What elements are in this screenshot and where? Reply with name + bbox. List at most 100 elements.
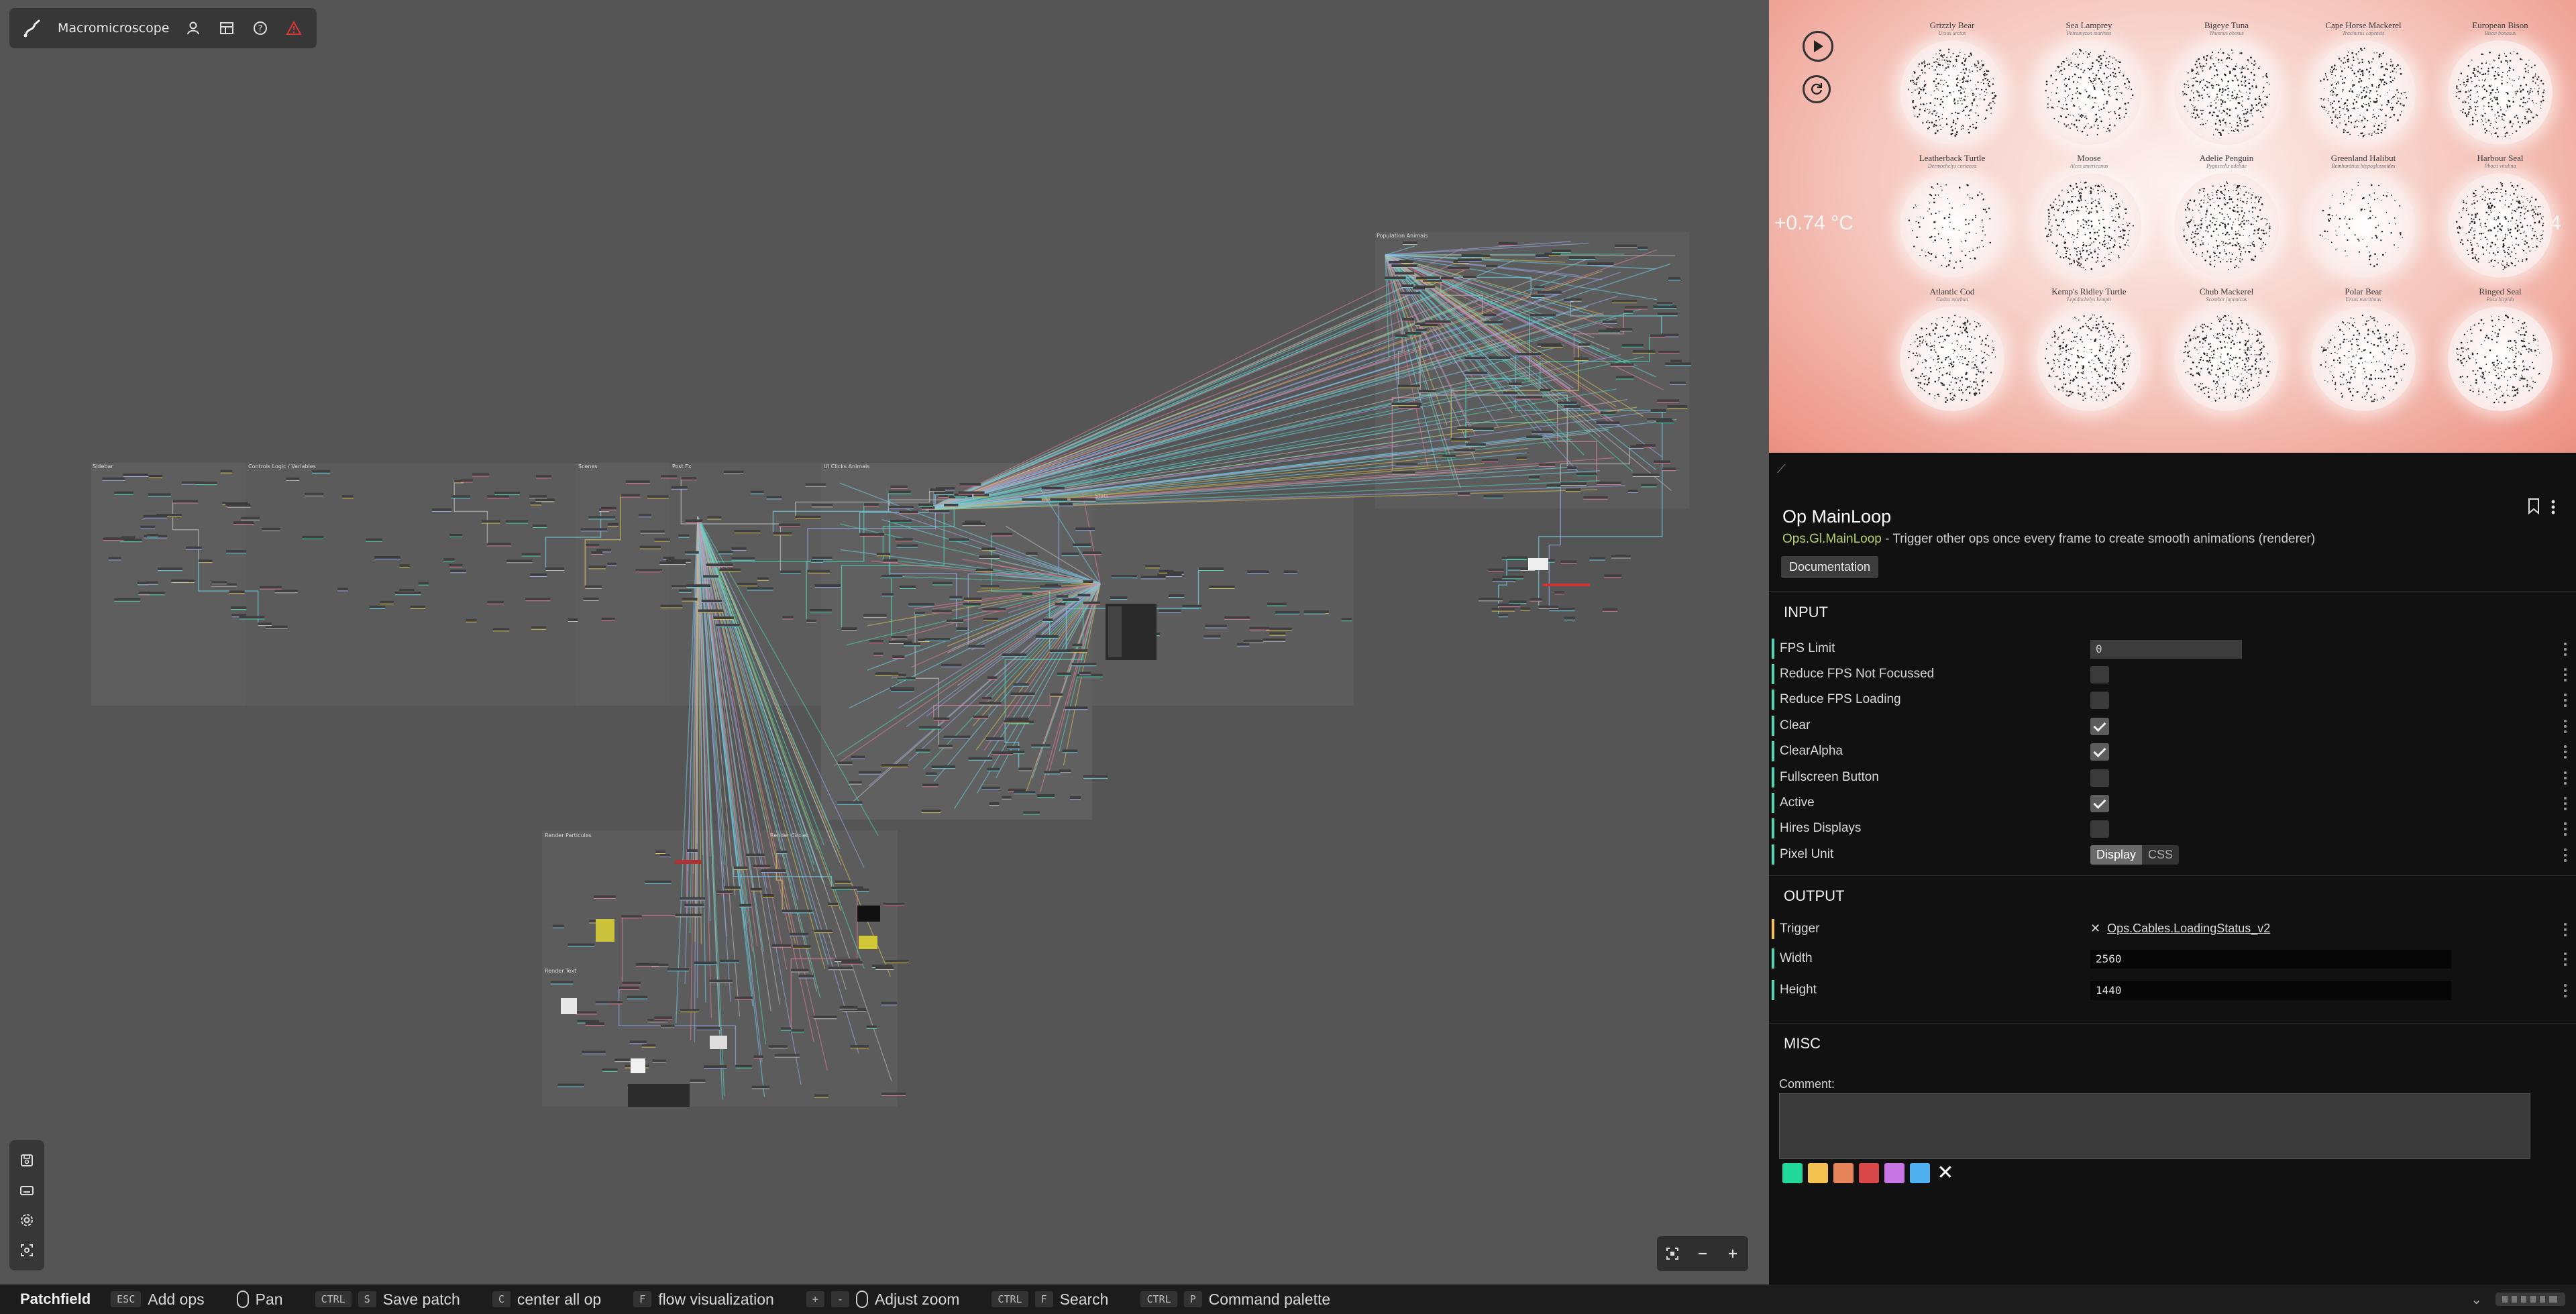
op-node[interactable]: [900, 585, 916, 588]
op-node[interactable]: [530, 573, 547, 576]
op-node[interactable]: [685, 519, 703, 523]
zoom-out-icon[interactable]: [1691, 1242, 1714, 1265]
op-node[interactable]: [795, 515, 821, 518]
op-node[interactable]: [1110, 596, 1128, 600]
op-node[interactable]: [1488, 568, 1504, 571]
op-node[interactable]: [773, 532, 792, 535]
unlink-icon[interactable]: ✕: [2090, 922, 2100, 936]
op-node[interactable]: [1026, 552, 1038, 555]
op-node[interactable]: [1632, 473, 1660, 476]
op-node[interactable]: [1564, 616, 1575, 620]
op-node[interactable]: [525, 598, 551, 601]
op-node[interactable]: [1395, 463, 1418, 466]
param-menu-icon[interactable]: [2563, 983, 2567, 999]
op-node[interactable]: [1537, 290, 1562, 294]
op-node[interactable]: [148, 474, 163, 478]
op-node[interactable]: [1203, 635, 1221, 638]
op-node[interactable]: [596, 549, 612, 552]
op-node[interactable]: [577, 1020, 599, 1023]
op-node[interactable]: [550, 981, 574, 984]
op-node[interactable]: [1249, 626, 1270, 630]
op-node[interactable]: [1400, 292, 1421, 295]
op-node[interactable]: [757, 577, 769, 580]
op-node[interactable]: [1169, 594, 1185, 597]
op-node[interactable]: [837, 801, 863, 804]
op-node[interactable]: [1391, 402, 1417, 406]
op-node[interactable]: [305, 492, 324, 496]
op-node[interactable]: [932, 610, 952, 613]
op-node[interactable]: [981, 786, 1000, 789]
op-node[interactable]: [875, 967, 894, 969]
op-node[interactable]: [530, 502, 542, 505]
op-node[interactable]: [724, 470, 744, 474]
op-node[interactable]: [366, 538, 382, 541]
op-node[interactable]: [876, 553, 891, 556]
op-node[interactable]: [195, 482, 217, 485]
op-node[interactable]: [943, 735, 971, 738]
op-node[interactable]: [1546, 484, 1562, 487]
op-node[interactable]: [1395, 272, 1415, 275]
color-swatch-green[interactable]: [1782, 1163, 1803, 1183]
op-node[interactable]: [1083, 580, 1093, 584]
op-node[interactable]: [792, 910, 813, 913]
op-node[interactable]: [680, 1009, 700, 1012]
op-node[interactable]: [933, 717, 950, 720]
color-swatch-blue[interactable]: [1910, 1163, 1930, 1183]
op-node[interactable]: [302, 535, 324, 539]
op-node[interactable]: [600, 506, 616, 510]
op-node[interactable]: [109, 557, 121, 560]
op-node[interactable]: [535, 498, 553, 502]
op-node[interactable]: [1656, 420, 1674, 423]
op-node[interactable]: [1269, 632, 1286, 635]
op-node[interactable]: [140, 525, 156, 529]
op-node[interactable]: [703, 575, 719, 578]
op-node[interactable]: [926, 772, 937, 775]
op-node[interactable]: [266, 625, 288, 628]
op-node[interactable]: [1656, 302, 1673, 305]
op-node[interactable]: [737, 583, 757, 586]
op-node[interactable]: [1578, 343, 1591, 346]
op-node[interactable]: [594, 895, 616, 898]
op-node[interactable]: [975, 568, 994, 571]
op-node[interactable]: [1006, 746, 1020, 749]
op-node[interactable]: [619, 987, 639, 989]
op-node[interactable]: [545, 567, 565, 570]
op-node[interactable]: [1071, 663, 1097, 666]
op-node[interactable]: [241, 516, 260, 520]
op-node[interactable]: [890, 688, 914, 692]
op-node[interactable]: [746, 853, 765, 857]
op-node[interactable]: [863, 614, 887, 617]
op-node[interactable]: [707, 516, 722, 519]
op-node[interactable]: [1486, 264, 1498, 268]
op-node[interactable]: [983, 618, 999, 620]
op-node[interactable]: [724, 886, 741, 889]
op-node[interactable]: [581, 528, 608, 531]
op-node[interactable]: [980, 585, 1000, 588]
op-node[interactable]: [685, 551, 699, 554]
op-node[interactable]: [1209, 585, 1235, 588]
op-node[interactable]: [443, 558, 455, 561]
op-node[interactable]: [789, 932, 808, 936]
op-node[interactable]: [1077, 594, 1091, 597]
op-node[interactable]: [706, 563, 733, 567]
op-node[interactable]: [1600, 411, 1616, 415]
op-node[interactable]: [751, 1085, 770, 1089]
op-node[interactable]: [873, 652, 883, 655]
op-node[interactable]: [897, 677, 916, 680]
op-node[interactable]: [753, 865, 771, 868]
op-node[interactable]: [778, 523, 800, 527]
op-node[interactable]: [638, 514, 651, 517]
op-node[interactable]: [602, 1068, 618, 1071]
op-node[interactable]: [635, 569, 662, 572]
op-node[interactable]: [751, 887, 762, 891]
op-node[interactable]: [449, 563, 463, 567]
resize-handle-icon[interactable]: ⟋: [1777, 462, 1786, 476]
clear-checkbox[interactable]: [2090, 718, 2109, 735]
pixel-unit-option-css[interactable]: CSS: [2142, 845, 2180, 865]
op-node[interactable]: [731, 557, 755, 560]
op-node[interactable]: [982, 608, 1006, 611]
op-node[interactable]: [881, 764, 908, 767]
color-swatch-yellow[interactable]: [1808, 1163, 1828, 1183]
op-node[interactable]: [859, 533, 885, 536]
op-node[interactable]: [851, 755, 865, 759]
